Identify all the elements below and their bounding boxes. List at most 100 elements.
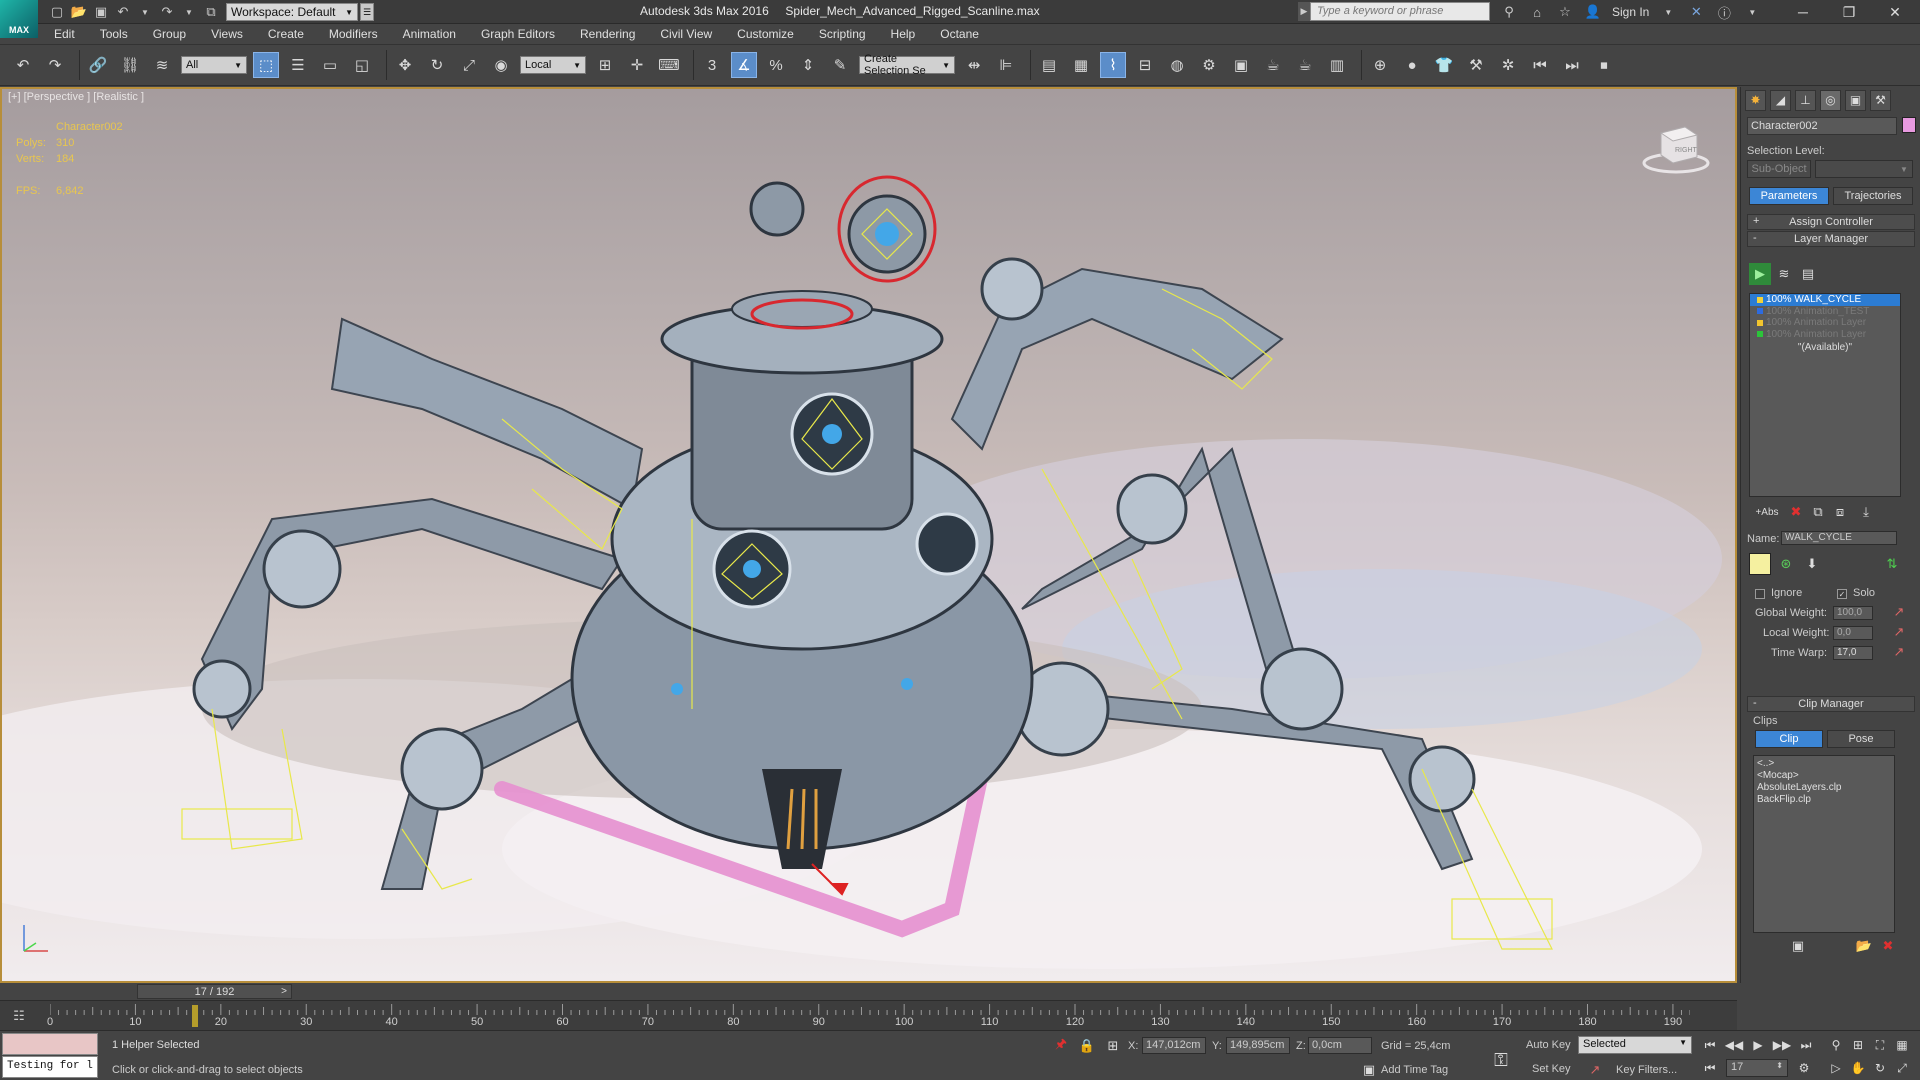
z-coordinate-field[interactable]: 0,0cm: [1308, 1037, 1372, 1054]
zoom-all-icon[interactable]: ⊞: [1848, 1035, 1868, 1055]
zoom-extents-all-icon[interactable]: ▦: [1892, 1035, 1912, 1055]
rendered-frame-window-icon[interactable]: ▣: [1228, 52, 1254, 78]
particle-icon[interactable]: ✲: [1495, 52, 1521, 78]
go-to-end-icon[interactable]: ⏭: [1796, 1035, 1816, 1055]
render-in-cloud-icon[interactable]: ▥: [1324, 52, 1350, 78]
redo-dropdown-icon[interactable]: ▼: [180, 3, 198, 21]
layer-row[interactable]: 100% Animation Layer: [1750, 317, 1900, 329]
favorites-star-icon[interactable]: ☆: [1556, 3, 1574, 21]
menu-octane[interactable]: Octane: [940, 27, 979, 41]
list-item[interactable]: BackFlip.clp: [1757, 794, 1891, 806]
pan-view-icon[interactable]: ✋: [1848, 1058, 1868, 1078]
angle-snap-icon[interactable]: ∡: [731, 52, 757, 78]
menu-scripting[interactable]: Scripting: [819, 27, 866, 41]
current-frame-marker[interactable]: [192, 1005, 199, 1027]
search-input[interactable]: Type a keyword or phrase: [1310, 2, 1490, 21]
save-clip-icon[interactable]: ▣: [1787, 935, 1809, 957]
load-clip-icon[interactable]: 📂: [1853, 935, 1875, 957]
align-icon[interactable]: ⊫: [993, 52, 1019, 78]
delete-layer-icon[interactable]: ✖: [1785, 501, 1807, 523]
open-file-icon[interactable]: 📂: [70, 3, 88, 21]
time-slider[interactable]: 17 / 192: [137, 984, 292, 999]
zoom-icon[interactable]: ⚲: [1826, 1035, 1846, 1055]
paste-layer-icon[interactable]: ⧈: [1829, 501, 1851, 523]
layer-row[interactable]: 100% Animation Layer: [1750, 329, 1900, 341]
workspace-dropdown[interactable]: Workspace: Default ▼: [226, 3, 358, 21]
maxscript-listener-input[interactable]: [2, 1033, 98, 1055]
move-icon[interactable]: ✥: [392, 52, 418, 78]
unlink-icon[interactable]: ⛓: [117, 52, 143, 78]
user-icon[interactable]: 👤: [1584, 3, 1602, 21]
create-tab-icon[interactable]: ✸: [1745, 89, 1766, 111]
zoom-extents-icon[interactable]: ⛶: [1870, 1035, 1890, 1055]
local-weight-spinner[interactable]: 0,0: [1833, 626, 1873, 640]
redo-icon[interactable]: ↷: [42, 52, 68, 78]
hierarchy-tab-icon[interactable]: ⊥: [1795, 89, 1816, 111]
curve-icon[interactable]: ↗: [1891, 603, 1907, 621]
layer-properties-icon[interactable]: ▤: [1797, 263, 1819, 285]
curve-editor-icon[interactable]: ⌇: [1100, 52, 1126, 78]
material-editor-icon[interactable]: ◍: [1164, 52, 1190, 78]
enable-anim-layers-icon[interactable]: ▶: [1749, 263, 1771, 285]
list-item[interactable]: <Mocap>: [1757, 770, 1891, 782]
keyframe-delete-icon[interactable]: ⏹: [1591, 52, 1617, 78]
sphere-icon[interactable]: ●: [1399, 52, 1425, 78]
render-setup-icon[interactable]: ⚙: [1196, 52, 1222, 78]
menu-customize[interactable]: Customize: [737, 27, 794, 41]
copy-layer-icon[interactable]: ⧉: [1807, 501, 1829, 523]
pose-tab[interactable]: Pose: [1827, 730, 1895, 748]
shirt-icon[interactable]: 👕: [1431, 52, 1457, 78]
available-layer[interactable]: "(Available)": [1750, 340, 1900, 353]
toggle-ribbon-icon[interactable]: ▦: [1068, 52, 1094, 78]
mirror-icon[interactable]: ⇹: [961, 52, 987, 78]
play-icon[interactable]: ▶: [1748, 1035, 1768, 1055]
menu-civil-view[interactable]: Civil View: [660, 27, 712, 41]
render-iterative-icon[interactable]: ☕: [1292, 52, 1318, 78]
layer-manager-rollout[interactable]: - Layer Manager: [1747, 231, 1915, 247]
isolate-selection-icon[interactable]: 🖈: [1050, 1035, 1072, 1057]
clip-manager-rollout[interactable]: - Clip Manager: [1747, 696, 1915, 712]
motion-tab-icon[interactable]: ◎: [1820, 89, 1841, 111]
menu-group[interactable]: Group: [153, 27, 186, 41]
undo-icon[interactable]: ↶: [10, 52, 36, 78]
auto-key-button[interactable]: Auto Key: [1526, 1039, 1571, 1051]
bone-tools-icon[interactable]: ⚒: [1463, 52, 1489, 78]
clip-tab[interactable]: Clip: [1755, 730, 1823, 748]
sign-in-link[interactable]: Sign In: [1612, 5, 1649, 19]
keyframe-set-icon[interactable]: ⏭: [1559, 52, 1585, 78]
select-by-name-icon[interactable]: ☰: [285, 52, 311, 78]
percent-snap-icon[interactable]: %: [763, 52, 789, 78]
global-weight-spinner[interactable]: 100,0: [1833, 606, 1873, 620]
close-button[interactable]: ✕: [1872, 0, 1918, 24]
display-tab-icon[interactable]: ▣: [1845, 89, 1866, 111]
menu-graph-editors[interactable]: Graph Editors: [481, 27, 555, 41]
delete-clip-icon[interactable]: ✖: [1877, 935, 1899, 957]
key-filters-button[interactable]: Key Filters...: [1616, 1064, 1677, 1076]
keyframe-prev-icon[interactable]: ⏮: [1527, 52, 1553, 78]
restore-button[interactable]: ❐: [1826, 0, 1872, 24]
menu-edit[interactable]: Edit: [54, 27, 75, 41]
menu-modifiers[interactable]: Modifiers: [329, 27, 378, 41]
curve-icon[interactable]: ↗: [1891, 643, 1907, 661]
x-coordinate-field[interactable]: 147,012cm: [1142, 1037, 1206, 1054]
time-warp-spinner[interactable]: 17,0: [1833, 646, 1873, 660]
layer-row[interactable]: 100% Animation_TEST: [1750, 306, 1900, 318]
collapse-layer-icon[interactable]: ⤓: [1855, 501, 1877, 523]
menu-create[interactable]: Create: [268, 27, 304, 41]
go-to-start-icon[interactable]: ⏮: [1700, 1035, 1720, 1055]
redo-icon[interactable]: ↷: [158, 3, 176, 21]
place-icon[interactable]: ◉: [488, 52, 514, 78]
perspective-viewport[interactable]: [+] [Perspective ] [Realistic ] Characte…: [0, 87, 1737, 983]
viewport-label[interactable]: [+] [Perspective ] [Realistic ]: [8, 91, 144, 103]
rotate-icon[interactable]: ↻: [424, 52, 450, 78]
default-tangents-icon[interactable]: ↗: [1584, 1059, 1606, 1080]
chevron-down-icon[interactable]: ▼: [1659, 3, 1677, 21]
curve-icon[interactable]: ↗: [1891, 623, 1907, 641]
exchange-apps-icon[interactable]: ✕: [1687, 3, 1705, 21]
y-coordinate-field[interactable]: 149,895cm: [1226, 1037, 1290, 1054]
layer-color-button[interactable]: [1749, 553, 1771, 575]
selection-lock-icon[interactable]: 🔒: [1076, 1035, 1098, 1057]
layer-settings-icon[interactable]: ⊛: [1775, 553, 1797, 575]
snaps-toggle-icon[interactable]: 3: [699, 52, 725, 78]
binoculars-icon[interactable]: ⚲: [1500, 3, 1518, 21]
